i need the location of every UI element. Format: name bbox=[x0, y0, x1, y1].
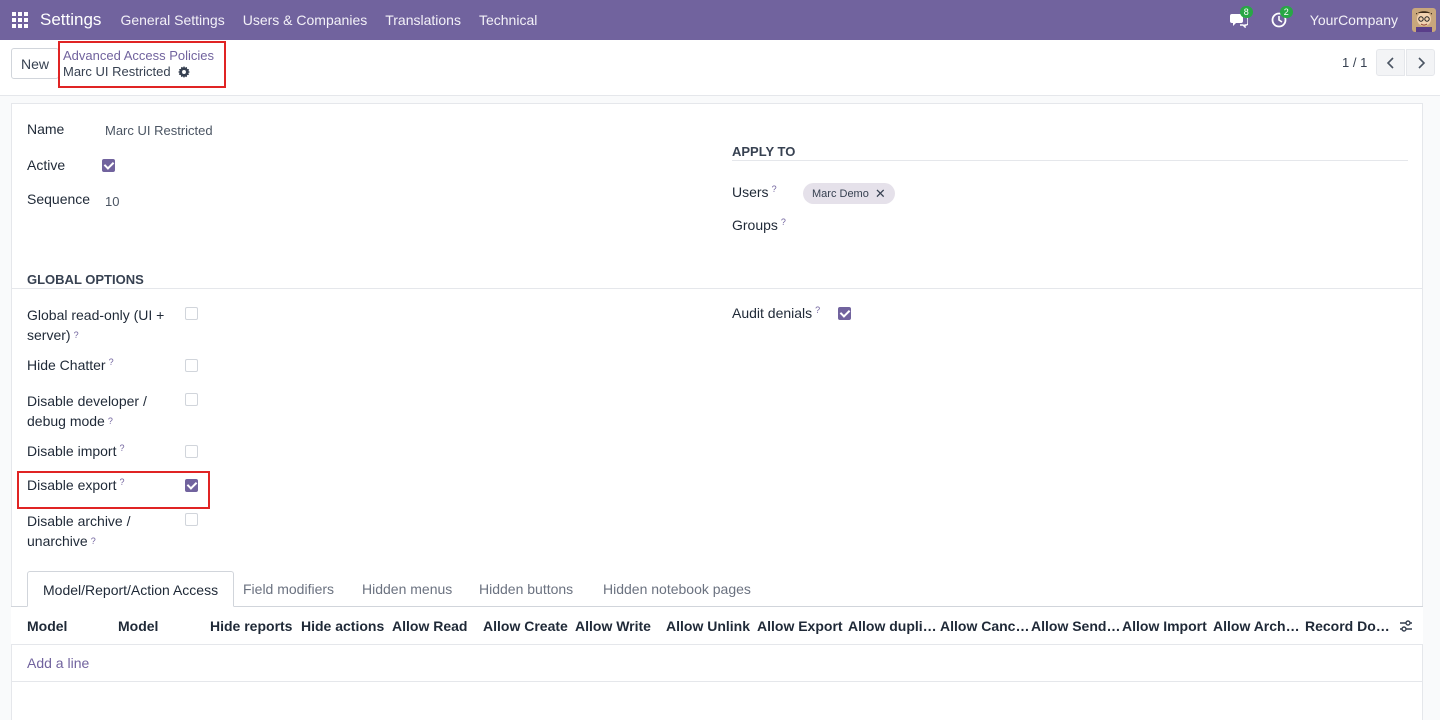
remove-tag-icon[interactable]: ✕ bbox=[875, 186, 886, 202]
disable-import-checkbox[interactable] bbox=[185, 445, 198, 458]
disable-archive-label-line2: unarchive bbox=[27, 533, 88, 549]
breadcrumb-parent-link[interactable]: Advanced Access Policies bbox=[63, 48, 214, 63]
help-icon[interactable]: ? bbox=[91, 536, 96, 546]
user-avatar[interactable] bbox=[1412, 8, 1436, 32]
global-readonly-label-line2: server) bbox=[27, 327, 71, 343]
disable-import-label-text: Disable import bbox=[27, 443, 117, 459]
menu-general-settings[interactable]: General Settings bbox=[120, 12, 224, 28]
column-header[interactable]: Allow Export bbox=[757, 618, 843, 634]
column-header[interactable]: Allow Read bbox=[392, 618, 467, 634]
new-button[interactable]: New bbox=[11, 48, 59, 79]
column-settings-icon[interactable] bbox=[1399, 619, 1413, 633]
global-options-separator bbox=[12, 288, 1422, 289]
notebook-tabs: Model/Report/Action Access Field modifie… bbox=[11, 571, 1423, 607]
column-header[interactable]: Model bbox=[27, 618, 67, 634]
active-label: Active bbox=[27, 157, 66, 173]
user-tag: Marc Demo ✕ bbox=[803, 183, 895, 204]
tab-hidden-notebook-pages[interactable]: Hidden notebook pages bbox=[603, 571, 751, 607]
hide-chatter-label: Hide Chatter? bbox=[27, 357, 114, 373]
pager-value[interactable]: 1 / 1 bbox=[1342, 55, 1367, 70]
audit-denials-label: Audit denials? bbox=[732, 305, 820, 321]
name-field[interactable]: Marc UI Restricted bbox=[105, 123, 213, 138]
users-label-text: Users bbox=[732, 184, 769, 200]
menu-users-companies[interactable]: Users & Companies bbox=[243, 12, 368, 28]
disable-debug-label-line1: Disable developer / bbox=[27, 393, 147, 409]
audit-denials-checkbox[interactable] bbox=[838, 307, 851, 320]
column-header[interactable]: Allow Unlink bbox=[666, 618, 750, 634]
help-icon[interactable]: ? bbox=[74, 330, 79, 340]
column-header[interactable]: Record Do… bbox=[1305, 618, 1390, 634]
gear-icon[interactable] bbox=[177, 65, 190, 78]
help-icon[interactable]: ? bbox=[119, 443, 124, 453]
groups-label-text: Groups bbox=[732, 217, 778, 233]
breadcrumb-current-label: Marc UI Restricted bbox=[63, 64, 171, 79]
help-icon[interactable]: ? bbox=[815, 305, 820, 315]
tab-model-access[interactable]: Model/Report/Action Access bbox=[27, 571, 235, 607]
sequence-field[interactable]: 10 bbox=[105, 194, 119, 209]
global-readonly-label: Global read-only (UI + server)? bbox=[27, 305, 164, 345]
column-header[interactable]: Allow Import bbox=[1122, 618, 1207, 634]
disable-export-label-text: Disable export bbox=[27, 477, 117, 493]
help-icon[interactable]: ? bbox=[781, 217, 786, 227]
messages-button[interactable]: 8 bbox=[1224, 0, 1254, 40]
help-icon[interactable]: ? bbox=[109, 357, 114, 367]
tab-field-modifiers[interactable]: Field modifiers bbox=[243, 571, 334, 607]
disable-debug-checkbox[interactable] bbox=[185, 393, 198, 406]
disable-export-label: Disable export? bbox=[27, 477, 125, 493]
hide-chatter-checkbox[interactable] bbox=[185, 359, 198, 372]
control-panel: New Advanced Access Policies Marc UI Res… bbox=[0, 40, 1440, 96]
tab-hidden-menus[interactable]: Hidden menus bbox=[362, 571, 452, 607]
column-header[interactable]: Model bbox=[118, 618, 158, 634]
column-header[interactable]: Allow Write bbox=[575, 618, 651, 634]
disable-archive-label-line1: Disable archive / bbox=[27, 513, 131, 529]
sequence-label: Sequence bbox=[27, 191, 91, 207]
help-icon[interactable]: ? bbox=[108, 416, 113, 426]
disable-debug-label: Disable developer / debug mode? bbox=[27, 391, 147, 431]
pager-previous-button[interactable] bbox=[1376, 49, 1405, 76]
table-row-separator bbox=[11, 681, 1423, 682]
active-checkbox[interactable] bbox=[102, 159, 115, 172]
column-header[interactable]: Hide actions bbox=[301, 618, 384, 634]
column-header[interactable]: Allow Send… bbox=[1031, 618, 1120, 634]
groups-label: Groups? bbox=[732, 217, 786, 233]
disable-archive-checkbox[interactable] bbox=[185, 513, 198, 526]
help-icon[interactable]: ? bbox=[120, 477, 125, 487]
chevron-right-icon bbox=[1417, 56, 1425, 69]
hide-chatter-label-text: Hide Chatter bbox=[27, 357, 106, 373]
add-line-link[interactable]: Add a line bbox=[27, 655, 89, 671]
disable-export-checkbox[interactable] bbox=[185, 479, 198, 492]
disable-import-label: Disable import? bbox=[27, 443, 125, 459]
apps-menu-icon[interactable] bbox=[0, 0, 40, 40]
apply-to-separator bbox=[732, 160, 1408, 161]
messages-count-badge: 8 bbox=[1239, 6, 1253, 18]
menu-technical[interactable]: Technical bbox=[479, 12, 537, 28]
disable-archive-label: Disable archive / unarchive? bbox=[27, 511, 131, 551]
column-header[interactable]: Hide reports bbox=[210, 618, 292, 634]
column-header[interactable]: Allow Arch… bbox=[1213, 618, 1300, 634]
column-header[interactable]: Allow Canc… bbox=[940, 618, 1029, 634]
column-header[interactable]: Allow dupli… bbox=[848, 618, 937, 634]
top-navbar: Settings General Settings Users & Compan… bbox=[0, 0, 1440, 40]
activities-count-badge: 2 bbox=[1279, 6, 1293, 18]
apply-to-section-title: APPLY TO bbox=[732, 144, 796, 159]
breadcrumb-current: Marc UI Restricted bbox=[63, 64, 190, 79]
disable-debug-label-line2: debug mode bbox=[27, 413, 105, 429]
app-brand[interactable]: Settings bbox=[40, 10, 101, 30]
name-label: Name bbox=[27, 121, 65, 137]
pager-next-button[interactable] bbox=[1406, 49, 1435, 76]
activities-button[interactable]: 2 bbox=[1264, 0, 1294, 40]
tab-hidden-buttons[interactable]: Hidden buttons bbox=[479, 571, 573, 607]
table-header: Model Model Hide reports Hide actions Al… bbox=[11, 607, 1423, 645]
company-switcher[interactable]: YourCompany bbox=[1310, 12, 1398, 28]
column-header[interactable]: Allow Create bbox=[483, 618, 568, 634]
chevron-left-icon bbox=[1386, 56, 1394, 69]
help-icon[interactable]: ? bbox=[772, 184, 777, 194]
audit-denials-label-text: Audit denials bbox=[732, 305, 813, 321]
users-label: Users? bbox=[732, 184, 777, 200]
user-tag-label: Marc Demo bbox=[812, 187, 869, 200]
global-options-section-title: GLOBAL OPTIONS bbox=[27, 272, 144, 287]
menu-translations[interactable]: Translations bbox=[385, 12, 461, 28]
global-readonly-checkbox[interactable] bbox=[185, 307, 198, 320]
global-readonly-label-line1: Global read-only (UI + bbox=[27, 307, 165, 323]
